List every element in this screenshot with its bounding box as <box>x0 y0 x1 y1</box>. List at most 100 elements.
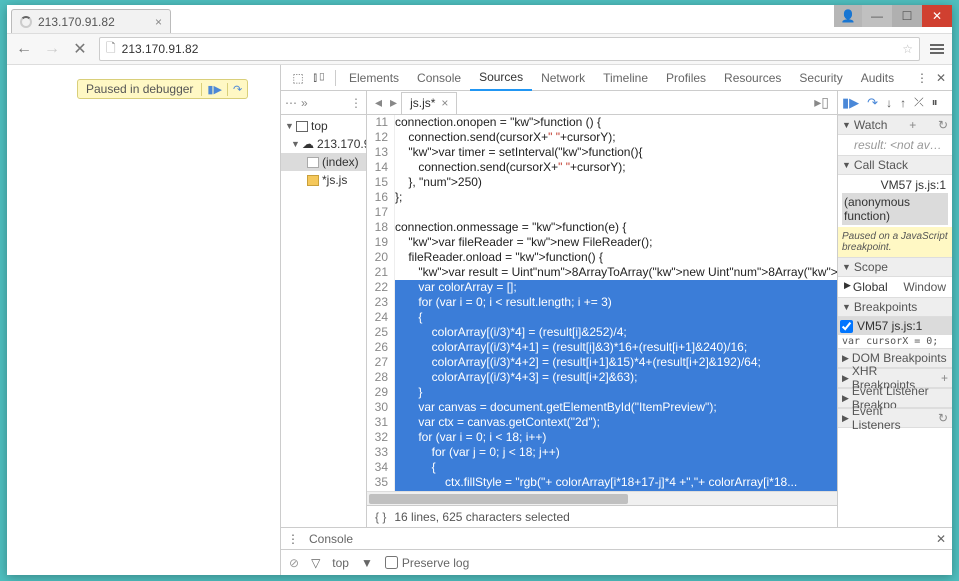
debugger-toolbar: ▮▶ ↷ ↓ ↑ ⤫ ⏸ <box>838 91 952 115</box>
horizontal-scrollbar[interactable] <box>367 491 837 505</box>
watch-header[interactable]: ▼Watch+↻ <box>838 115 952 135</box>
tab-resources[interactable]: Resources <box>715 65 790 91</box>
pretty-print-icon[interactable]: { } <box>375 510 386 524</box>
tree-top[interactable]: top <box>311 119 328 133</box>
file-tree[interactable]: ▼top ▼☁213.170.9 (index) *js.js <box>281 115 366 527</box>
main-menu-icon[interactable] <box>930 44 944 54</box>
file-tabs: ◂ ▸ js.js* × ▸▯ <box>367 91 837 115</box>
devtools-tabs: ⬚ ⫾▯ Elements Console Sources Network Ti… <box>281 65 952 91</box>
scope-header[interactable]: ▼Scope <box>838 257 952 277</box>
context-dropdown-icon[interactable]: ▼ <box>361 556 373 570</box>
devtools-more-icon[interactable]: ⋮ <box>916 71 928 85</box>
navigator-options-icon[interactable]: ⋮ <box>350 96 362 110</box>
scope-global[interactable]: ▶GlobalWindow <box>842 279 948 295</box>
preserve-log-label[interactable]: Preserve log <box>385 556 469 570</box>
file-tab-jsjs[interactable]: js.js* × <box>401 92 457 114</box>
close-tab-icon[interactable]: × <box>155 15 162 29</box>
tab-strip: 213.170.91.82 × <box>7 5 171 33</box>
breakpoints-header[interactable]: ▼Breakpoints <box>838 297 952 317</box>
step-into-icon[interactable]: ↓ <box>886 96 892 110</box>
navigator-header: ⋯ » ⋮ <box>281 91 366 115</box>
folder-icon <box>307 175 319 186</box>
refresh-listeners-icon[interactable]: ↻ <box>934 411 948 425</box>
navigator-menu-icon[interactable]: ⋯ <box>285 96 297 110</box>
site-info-icon[interactable]: 🗋 <box>106 39 116 60</box>
clear-console-icon[interactable]: ⊘ <box>289 556 299 570</box>
close-window-button[interactable]: ✕ <box>922 5 952 27</box>
window-controls: 👤 — ☐ ✕ <box>834 5 952 27</box>
callstack-header[interactable]: ▼Call Stack <box>838 155 952 175</box>
breakpoint-code: var cursorX = 0; <box>838 335 952 348</box>
stop-button[interactable]: ✕ <box>71 39 89 59</box>
tab-sources[interactable]: Sources <box>470 65 532 91</box>
tree-file-index[interactable]: (index) <box>322 155 359 169</box>
editor-status-bar: { } 16 lines, 625 characters selected <box>367 505 837 527</box>
paused-in-debugger-overlay: Paused in debugger ▮▶ ↷ <box>77 79 248 99</box>
tab-timeline[interactable]: Timeline <box>594 65 657 91</box>
tab-audits[interactable]: Audits <box>852 65 903 91</box>
callstack-frame-anon[interactable]: (anonymous function) <box>842 193 948 225</box>
navigator-more-icon[interactable]: » <box>301 96 308 110</box>
editor-pane: ◂ ▸ js.js* × ▸▯ 111213141516171819202122… <box>367 91 838 527</box>
document-icon <box>307 157 319 168</box>
browser-toolbar: ← → ✕ 🗋 213.170.91.82 ☆ <box>7 33 952 65</box>
maximize-button[interactable]: ☐ <box>892 5 922 27</box>
page-viewport: Paused in debugger ▮▶ ↷ <box>7 65 281 575</box>
breakpoint-row[interactable]: VM57 js.js:1 <box>838 317 952 335</box>
callstack-frame-loc[interactable]: VM57 js.js:1 <box>842 177 948 193</box>
console-drawer: ⊘ ▽ top ▼ Preserve log <box>281 549 952 575</box>
close-file-tab-icon[interactable]: × <box>441 96 448 110</box>
tree-domain[interactable]: 213.170.9 <box>317 137 366 151</box>
file-tab-label: js.js* <box>410 96 435 110</box>
code-content[interactable]: connection.onopen = "kw">function () { c… <box>395 115 837 491</box>
tab-security[interactable]: Security <box>790 65 851 91</box>
code-editor[interactable]: 1112131415161718192021222324252627282930… <box>367 115 837 491</box>
drawer-tab-console[interactable]: Console <box>309 532 353 546</box>
tab-network[interactable]: Network <box>532 65 594 91</box>
pause-on-ex-icon[interactable]: ⏸ <box>932 95 938 110</box>
devtools-close-icon[interactable]: ✕ <box>936 71 946 85</box>
device-toggle-icon[interactable]: ⫾▯ <box>309 70 331 85</box>
step-out-icon[interactable]: ↑ <box>900 96 906 110</box>
forward-button[interactable]: → <box>43 40 61 58</box>
paused-text: Paused in debugger <box>78 82 201 96</box>
refresh-watch-icon[interactable]: ↻ <box>934 118 948 132</box>
preserve-log-checkbox[interactable] <box>385 556 398 569</box>
file-nav-next-icon[interactable]: ▸ <box>386 94 401 111</box>
chrome-window: 213.170.91.82 × 👤 — ☐ ✕ ← → ✕ 🗋 213.170.… <box>7 5 952 575</box>
content-area: Paused in debugger ▮▶ ↷ ⬚ ⫾▯ Elements Co… <box>7 65 952 575</box>
event-listeners-header[interactable]: ▶Event Listeners↻ <box>838 408 952 428</box>
bookmark-icon[interactable]: ☆ <box>902 42 913 56</box>
browser-tab[interactable]: 213.170.91.82 × <box>11 9 171 33</box>
navigator-pane: ⋯ » ⋮ ▼top ▼☁213.170.9 (index) *js.js <box>281 91 367 527</box>
tab-console[interactable]: Console <box>408 65 470 91</box>
devtools-panel: ⬚ ⫾▯ Elements Console Sources Network Ti… <box>281 65 952 575</box>
debugger-sidebar: ▮▶ ↷ ↓ ↑ ⤫ ⏸ ▼Watch+↻ result: <not av… ▼… <box>838 91 952 527</box>
drawer-options-icon[interactable]: ⋮ <box>287 532 299 546</box>
close-drawer-icon[interactable]: ✕ <box>936 532 946 546</box>
file-nav-prev-icon[interactable]: ◂ <box>371 94 386 111</box>
step-over-icon[interactable]: ↷ <box>227 83 247 96</box>
url-bar[interactable]: 🗋 213.170.91.82 ☆ <box>99 37 920 61</box>
selection-status: 16 lines, 625 characters selected <box>394 510 569 524</box>
breakpoint-checkbox[interactable] <box>840 320 853 333</box>
loading-spinner-icon <box>20 16 32 28</box>
cloud-icon: ☁ <box>302 137 314 151</box>
add-xhr-bp-icon[interactable]: + <box>937 371 948 385</box>
file-nav-list-icon[interactable]: ▸▯ <box>810 94 833 111</box>
tab-elements[interactable]: Elements <box>340 65 408 91</box>
tree-file-js[interactable]: *js.js <box>322 173 347 187</box>
back-button[interactable]: ← <box>15 40 33 58</box>
resume-icon[interactable]: ▮▶ <box>201 83 227 96</box>
deactivate-bp-icon[interactable]: ⤫ <box>914 95 924 110</box>
resume-button-icon[interactable]: ▮▶ <box>842 95 859 111</box>
user-icon[interactable]: 👤 <box>834 5 862 27</box>
scrollbar-thumb[interactable] <box>369 494 628 504</box>
step-over-button-icon[interactable]: ↷ <box>867 95 878 111</box>
minimize-button[interactable]: — <box>862 5 892 27</box>
filter-icon[interactable]: ▽ <box>311 556 320 570</box>
console-context[interactable]: top <box>332 556 349 570</box>
add-watch-icon[interactable]: + <box>905 118 916 132</box>
tab-profiles[interactable]: Profiles <box>657 65 715 91</box>
inspect-icon[interactable]: ⬚ <box>287 71 309 85</box>
